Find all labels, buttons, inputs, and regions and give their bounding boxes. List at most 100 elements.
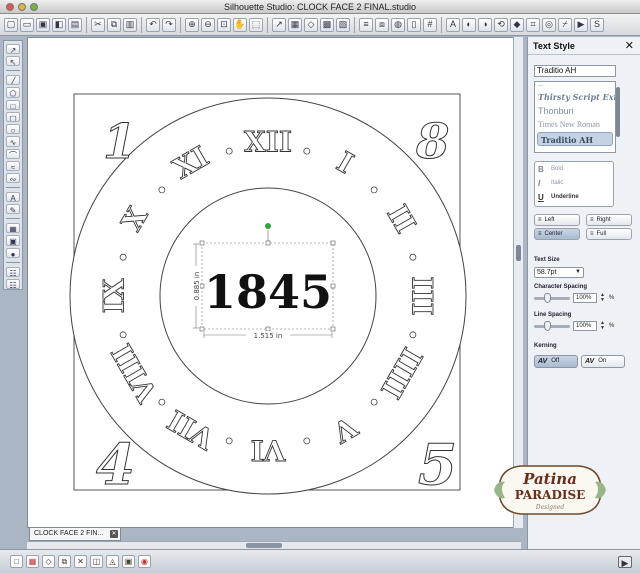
offset-icon[interactable]: ◎ [542, 17, 556, 32]
page-settings-icon[interactable]: ▯ [407, 17, 421, 32]
align-center-button[interactable]: ≡ Center [534, 228, 580, 240]
ring-dot[interactable] [225, 147, 233, 155]
resize-handle[interactable] [265, 240, 271, 246]
library-icon[interactable]: ◧ [52, 17, 66, 32]
ring-dot[interactable] [409, 331, 417, 339]
vertical-scroll-thumb[interactable] [516, 245, 521, 261]
ring-numeral[interactable]: VI [250, 433, 287, 467]
ring-dot[interactable] [119, 331, 127, 339]
align-icon[interactable]: ≡ [359, 17, 373, 32]
font-list-item[interactable]: Thonburi [535, 104, 615, 118]
ring-numeral[interactable]: IX [97, 278, 131, 314]
curve-tool-icon[interactable]: ∿ [6, 136, 20, 147]
copy-icon[interactable]: ⧉ [107, 17, 121, 32]
print-icon[interactable]: ▤ [68, 17, 82, 32]
close-tab-icon[interactable]: ✕ [110, 530, 118, 538]
ring-dot[interactable] [409, 253, 417, 261]
rotate-handle[interactable] [265, 223, 271, 229]
bold-option[interactable]: B Bold [535, 162, 613, 176]
document-tab[interactable]: CLOCK FACE 2 FIN... ✕ [29, 528, 121, 541]
duplicate-icon[interactable]: ⧉ [58, 555, 71, 568]
fill-color-icon[interactable]: ◐ [462, 17, 476, 32]
ring-dot[interactable] [370, 398, 378, 406]
cut-icon[interactable]: ✂ [91, 17, 105, 32]
store-panel-icon[interactable]: ▣ [6, 235, 20, 246]
zoom-fit-icon[interactable]: ⊡ [217, 17, 231, 32]
store-icon[interactable]: S [590, 17, 604, 32]
line-spacing-input[interactable]: 100% [573, 321, 597, 331]
send-panel-icon[interactable]: ☷ [6, 278, 20, 289]
year-text-1845[interactable]: 1845 [204, 265, 332, 319]
font-list[interactable]: — Thirsty Script Extrab Thonburi Times N… [534, 81, 616, 153]
minimize-window-button[interactable] [18, 3, 26, 11]
release-icon[interactable]: ◉ [138, 555, 151, 568]
rounded-rectangle-icon[interactable]: ▢ [6, 111, 20, 123]
zoom-window-button[interactable] [30, 3, 38, 11]
kerning-off-button[interactable]: AV Off [534, 355, 578, 368]
transform-icon[interactable]: ⟲ [494, 17, 508, 32]
select-all-icon[interactable]: □ [10, 555, 23, 568]
paste-icon[interactable]: ▥ [123, 17, 137, 32]
ring-dot[interactable] [370, 186, 378, 194]
send-to-silhouette-icon[interactable]: ▶ [574, 17, 588, 32]
select-tool-icon[interactable]: ↗ [6, 44, 20, 55]
line-color-icon[interactable]: ◑ [478, 17, 492, 32]
panel-toggle-icon[interactable]: ▶ [618, 556, 632, 568]
deselect-icon[interactable]: ◇ [42, 555, 55, 568]
slider-knob[interactable] [544, 292, 551, 303]
font-list-item-selected[interactable]: Traditio AH [537, 132, 613, 146]
new-document-icon[interactable]: ▢ [4, 17, 18, 32]
stepper-icon[interactable]: ▲ ▼ [600, 321, 606, 331]
character-spacing-slider[interactable] [534, 292, 570, 303]
open-folder-icon[interactable]: ▭ [20, 17, 34, 32]
save-icon[interactable]: ▣ [36, 17, 50, 32]
close-panel-icon[interactable]: ✕ [625, 39, 634, 52]
zoom-out-icon[interactable]: ⊖ [201, 17, 215, 32]
knife-icon[interactable]: ⌿ [558, 17, 572, 32]
design-canvas[interactable]: .rn { font-family: "DejaVu Serif", serif… [27, 37, 515, 528]
library-panel-icon[interactable]: ▦ [6, 223, 20, 234]
font-list-scrollbar[interactable] [616, 81, 621, 153]
redo-icon[interactable]: ↷ [162, 17, 176, 32]
grid-icon[interactable]: # [423, 17, 437, 32]
text-tool-icon[interactable]: A [6, 191, 20, 203]
stepper-icon[interactable]: ▲ ▼ [600, 293, 606, 303]
resize-handle[interactable] [330, 326, 336, 332]
horizontal-scrollbar[interactable] [27, 541, 521, 549]
ellipse-tool-icon[interactable]: ○ [6, 124, 20, 135]
text-style-icon[interactable]: A [446, 17, 460, 32]
fill-page-icon[interactable]: ⬚ [249, 17, 263, 32]
resize-handle[interactable] [199, 240, 205, 246]
ring-dot[interactable] [225, 437, 233, 445]
corner-numeral-1[interactable]: 1 [103, 114, 137, 171]
underline-option[interactable]: U Underline [535, 190, 613, 204]
draw-pointer-icon[interactable]: ↗ [272, 17, 286, 32]
zoom-in-icon[interactable]: ⊕ [185, 17, 199, 32]
align-left-button[interactable]: ≡ Left [534, 214, 580, 226]
deselect-icon[interactable]: ◇ [304, 17, 318, 32]
kerning-on-button[interactable]: AV On [581, 355, 625, 368]
font-list-item[interactable]: — [535, 82, 615, 90]
smooth-freehand-icon[interactable]: ∾ [6, 172, 20, 184]
font-list-scroll-thumb[interactable] [616, 87, 620, 137]
horizontal-scroll-thumb[interactable] [246, 543, 282, 548]
font-list-item[interactable]: Thirsty Script Extrab [535, 90, 615, 104]
corner-numeral-8[interactable]: 8 [415, 114, 450, 171]
italic-option[interactable]: I Italic [535, 176, 613, 190]
arc-tool-icon[interactable]: ⌒ [6, 148, 20, 159]
ring-dot[interactable] [158, 186, 166, 194]
group-icon[interactable]: ▩ [320, 17, 334, 32]
ring-dot[interactable] [303, 147, 311, 155]
undo-icon[interactable]: ↶ [146, 17, 160, 32]
corner-numeral-5[interactable]: 5 [418, 432, 458, 499]
rectangle-tool-icon[interactable]: □ [6, 99, 20, 110]
line-tool-icon[interactable]: ╱ [6, 75, 20, 86]
slider-knob[interactable] [544, 320, 551, 331]
move-to-back-icon[interactable]: ◫ [90, 555, 103, 568]
layers-icon[interactable]: ☷ [6, 266, 20, 277]
close-window-button[interactable] [6, 3, 14, 11]
polygon-tool-icon[interactable]: ⬠ [6, 87, 20, 98]
grid-select-icon[interactable]: ▦ [26, 555, 39, 568]
eraser-tool-icon[interactable]: ✎ [6, 204, 20, 215]
trace-icon[interactable]: ⌗ [526, 17, 540, 32]
